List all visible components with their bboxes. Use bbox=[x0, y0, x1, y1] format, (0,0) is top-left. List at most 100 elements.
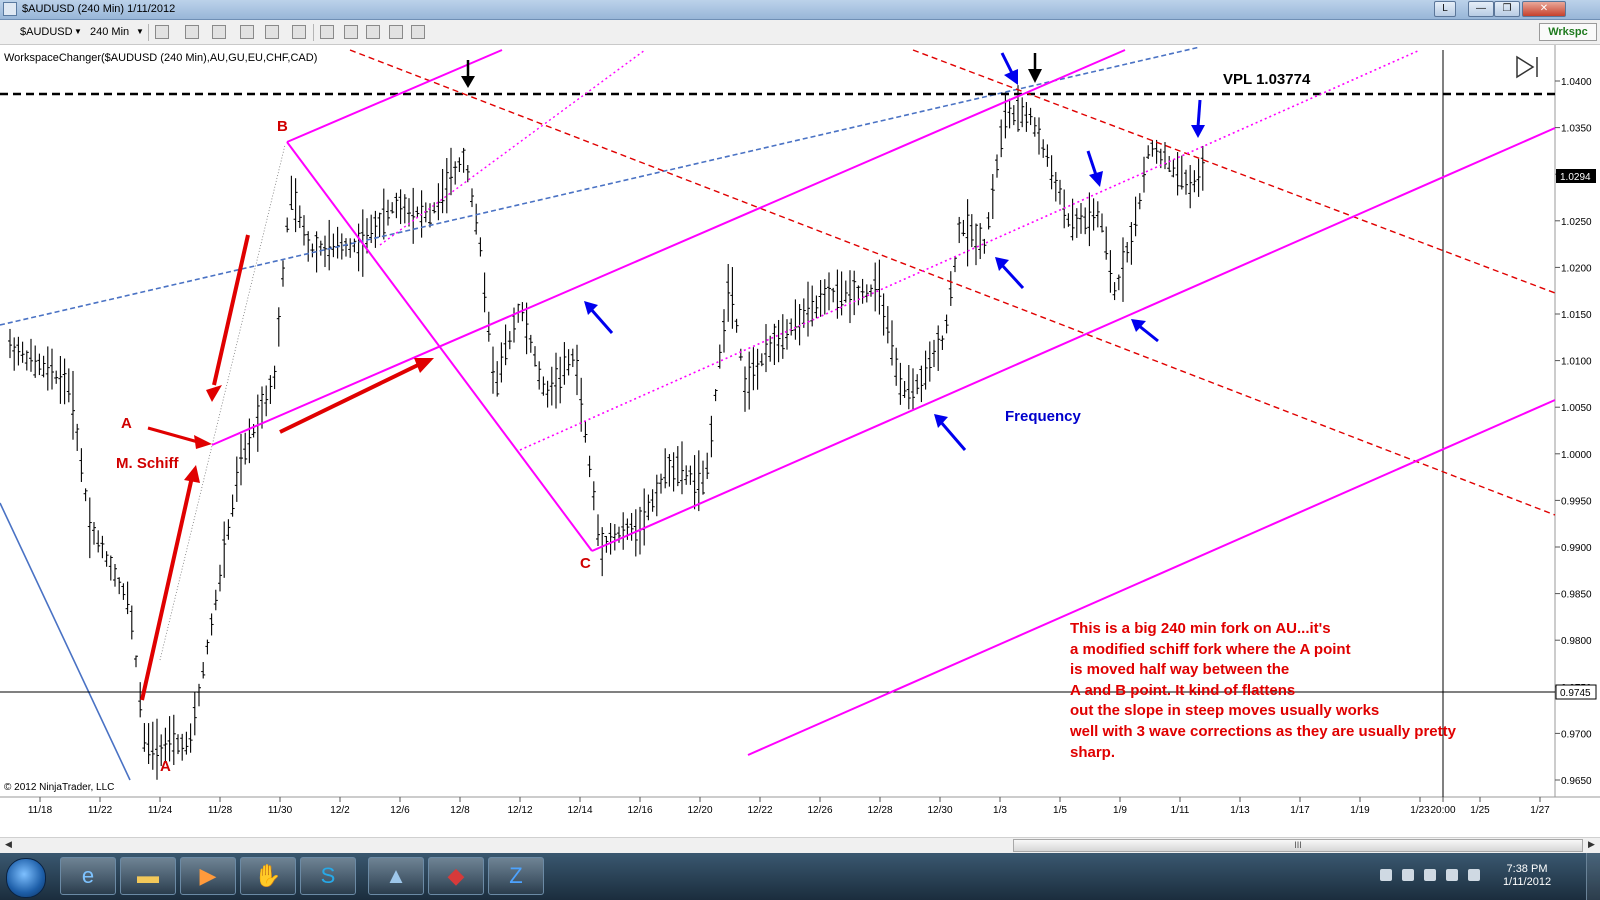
crosshair-price-label: 0.9745 bbox=[1560, 688, 1591, 699]
clock-date: 1/11/2012 bbox=[1502, 876, 1552, 888]
skype-icon: S bbox=[320, 863, 336, 888]
minimize-button[interactable]: — bbox=[1468, 1, 1494, 17]
date-tick-label: 12/28 bbox=[867, 805, 892, 816]
taskbar-active-app[interactable]: ◆ bbox=[428, 857, 484, 895]
price-tick-label: 1.0400 bbox=[1561, 77, 1592, 88]
tray-icon[interactable] bbox=[1402, 869, 1414, 881]
note-line: sharp. bbox=[1070, 744, 1115, 761]
price-tick-label: 1.0250 bbox=[1561, 217, 1592, 228]
date-tick-label: 1/3 bbox=[993, 805, 1007, 816]
note-line: A and B point. It kind of flattens bbox=[1070, 682, 1295, 699]
drawing-tool-icon[interactable] bbox=[185, 25, 199, 39]
note-line: This is a big 240 min fork on AU...it's bbox=[1070, 620, 1331, 637]
date-tick-label: 1/5 bbox=[1053, 805, 1067, 816]
date-tick-label: 20:00 bbox=[1430, 805, 1455, 816]
taskbar-skype[interactable]: S bbox=[300, 857, 356, 895]
ninjatrader-icon: ▲ bbox=[385, 863, 407, 888]
date-tick-label: 12/2 bbox=[330, 805, 350, 816]
eraser-icon[interactable] bbox=[240, 25, 254, 39]
app-logo-icon: ◆ bbox=[447, 863, 465, 888]
bar-type-icon[interactable] bbox=[155, 25, 169, 39]
date-tick-label: 11/22 bbox=[88, 805, 113, 816]
date-tick-label: 1/11 bbox=[1171, 805, 1190, 816]
date-tick-label: 12/6 bbox=[390, 805, 410, 816]
note-line: out the slope in steep moves usually wor… bbox=[1070, 702, 1379, 719]
price-tick-label: 0.9900 bbox=[1561, 543, 1592, 554]
toolbar-separator bbox=[148, 24, 149, 41]
date-tick-label: 1/17 bbox=[1290, 805, 1310, 816]
date-tick-label: 1/23 bbox=[1410, 805, 1430, 816]
chevron-down-icon[interactable]: ▼ bbox=[74, 24, 82, 40]
taskbar-media[interactable]: ▶ bbox=[180, 857, 236, 895]
pencil-icon[interactable] bbox=[212, 25, 226, 39]
link-button[interactable]: L bbox=[1434, 1, 1456, 17]
dollar-icon[interactable] bbox=[389, 25, 403, 39]
maximize-button[interactable]: ❐ bbox=[1494, 1, 1520, 17]
ie-icon: e bbox=[81, 863, 95, 888]
price-tick-label: 0.9650 bbox=[1561, 776, 1592, 787]
date-tick-label: 12/30 bbox=[927, 805, 952, 816]
date-tick-label: 12/16 bbox=[627, 805, 652, 816]
start-button[interactable] bbox=[6, 858, 46, 898]
price-tick-label: 1.0350 bbox=[1561, 124, 1592, 135]
note-line: a modified schiff fork where the A point bbox=[1070, 641, 1351, 658]
scroll-left-icon[interactable]: ◀ bbox=[5, 839, 12, 850]
strategies-icon[interactable] bbox=[344, 25, 358, 39]
instrument-selector[interactable]: $AUDUSD bbox=[20, 24, 73, 40]
price-tick-label: 0.9800 bbox=[1561, 636, 1592, 647]
close-button[interactable]: ✕ bbox=[1522, 1, 1566, 17]
taskbar-explorer[interactable]: ▬ bbox=[120, 857, 176, 895]
folder-icon: ▬ bbox=[137, 863, 159, 888]
scrollbar-thumb[interactable]: III bbox=[1013, 839, 1583, 852]
date-tick-label: 1/13 bbox=[1230, 805, 1250, 816]
zoom-icon[interactable] bbox=[292, 25, 306, 39]
crosshair-price-marker: 0.9745 bbox=[1555, 684, 1597, 700]
date-tick-label: 11/24 bbox=[148, 805, 173, 816]
price-chart[interactable]: WorkspaceChanger($AUDUSD (240 Min),AU,GU… bbox=[0, 45, 1600, 837]
taskbar-ninjatrader[interactable]: ▲ bbox=[368, 857, 424, 895]
taskbar-teamviewer[interactable]: Z bbox=[488, 857, 544, 895]
windows-taskbar: e ▬ ▶ ✋ S ▲ ◆ Z 7:38 PM 1/11/2012 bbox=[0, 853, 1600, 900]
date-tick-label: 11/28 bbox=[208, 805, 233, 816]
interval-selector[interactable]: 240 Min bbox=[90, 24, 129, 40]
taskbar-app[interactable]: ✋ bbox=[240, 857, 296, 895]
price-tick-label: 0.9700 bbox=[1561, 729, 1592, 740]
date-tick-label: 1/9 bbox=[1113, 805, 1127, 816]
flag-icon[interactable] bbox=[1446, 869, 1458, 881]
scroll-right-icon[interactable]: ▶ bbox=[1588, 839, 1595, 850]
workspace-button[interactable]: Wrkspc bbox=[1539, 23, 1597, 41]
price-tick-label: 1.0000 bbox=[1561, 450, 1592, 461]
taskbar-ie[interactable]: e bbox=[60, 857, 116, 895]
indicators-icon[interactable] bbox=[320, 25, 334, 39]
price-tick-label: 1.0200 bbox=[1561, 263, 1592, 274]
point-a-label: A bbox=[121, 415, 132, 432]
volume-icon[interactable] bbox=[1468, 869, 1480, 881]
horizontal-scrollbar[interactable]: ◀ III ▶ bbox=[0, 837, 1600, 853]
z-app-icon: Z bbox=[509, 863, 523, 888]
price-tick-label: 1.0050 bbox=[1561, 403, 1592, 414]
date-tick-label: 12/12 bbox=[507, 805, 532, 816]
media-player-icon: ▶ bbox=[199, 863, 217, 888]
note-line: is moved half way between the bbox=[1070, 661, 1289, 678]
data-box-icon[interactable] bbox=[411, 25, 425, 39]
date-tick-label: 1/27 bbox=[1530, 805, 1550, 816]
date-tick-label: 12/22 bbox=[747, 805, 772, 816]
show-desktop-button[interactable] bbox=[1586, 853, 1600, 900]
tray-icon[interactable] bbox=[1380, 869, 1392, 881]
note-line: well with 3 wave corrections as they are… bbox=[1069, 723, 1457, 740]
network-icon[interactable] bbox=[1424, 869, 1436, 881]
frequency-label: Frequency bbox=[1005, 408, 1082, 425]
copyright-label: © 2012 NinjaTrader, LLC bbox=[4, 782, 114, 793]
clock-time: 7:38 PM bbox=[1506, 863, 1548, 875]
date-tick-label: 11/18 bbox=[28, 805, 53, 816]
indicator-label: WorkspaceChanger($AUDUSD (240 Min),AU,GU… bbox=[4, 52, 317, 64]
system-clock[interactable]: 7:38 PM 1/11/2012 bbox=[1487, 863, 1567, 889]
crosshair-icon[interactable] bbox=[265, 25, 279, 39]
price-tick-label: 0.9950 bbox=[1561, 496, 1592, 507]
schiff-label: M. Schiff bbox=[116, 455, 180, 472]
chevron-down-icon[interactable]: ▼ bbox=[136, 24, 144, 40]
date-tick-label: 12/14 bbox=[567, 805, 592, 816]
chart-window-icon bbox=[3, 2, 17, 16]
chart-properties-icon[interactable] bbox=[366, 25, 380, 39]
date-tick-label: 12/20 bbox=[687, 805, 712, 816]
